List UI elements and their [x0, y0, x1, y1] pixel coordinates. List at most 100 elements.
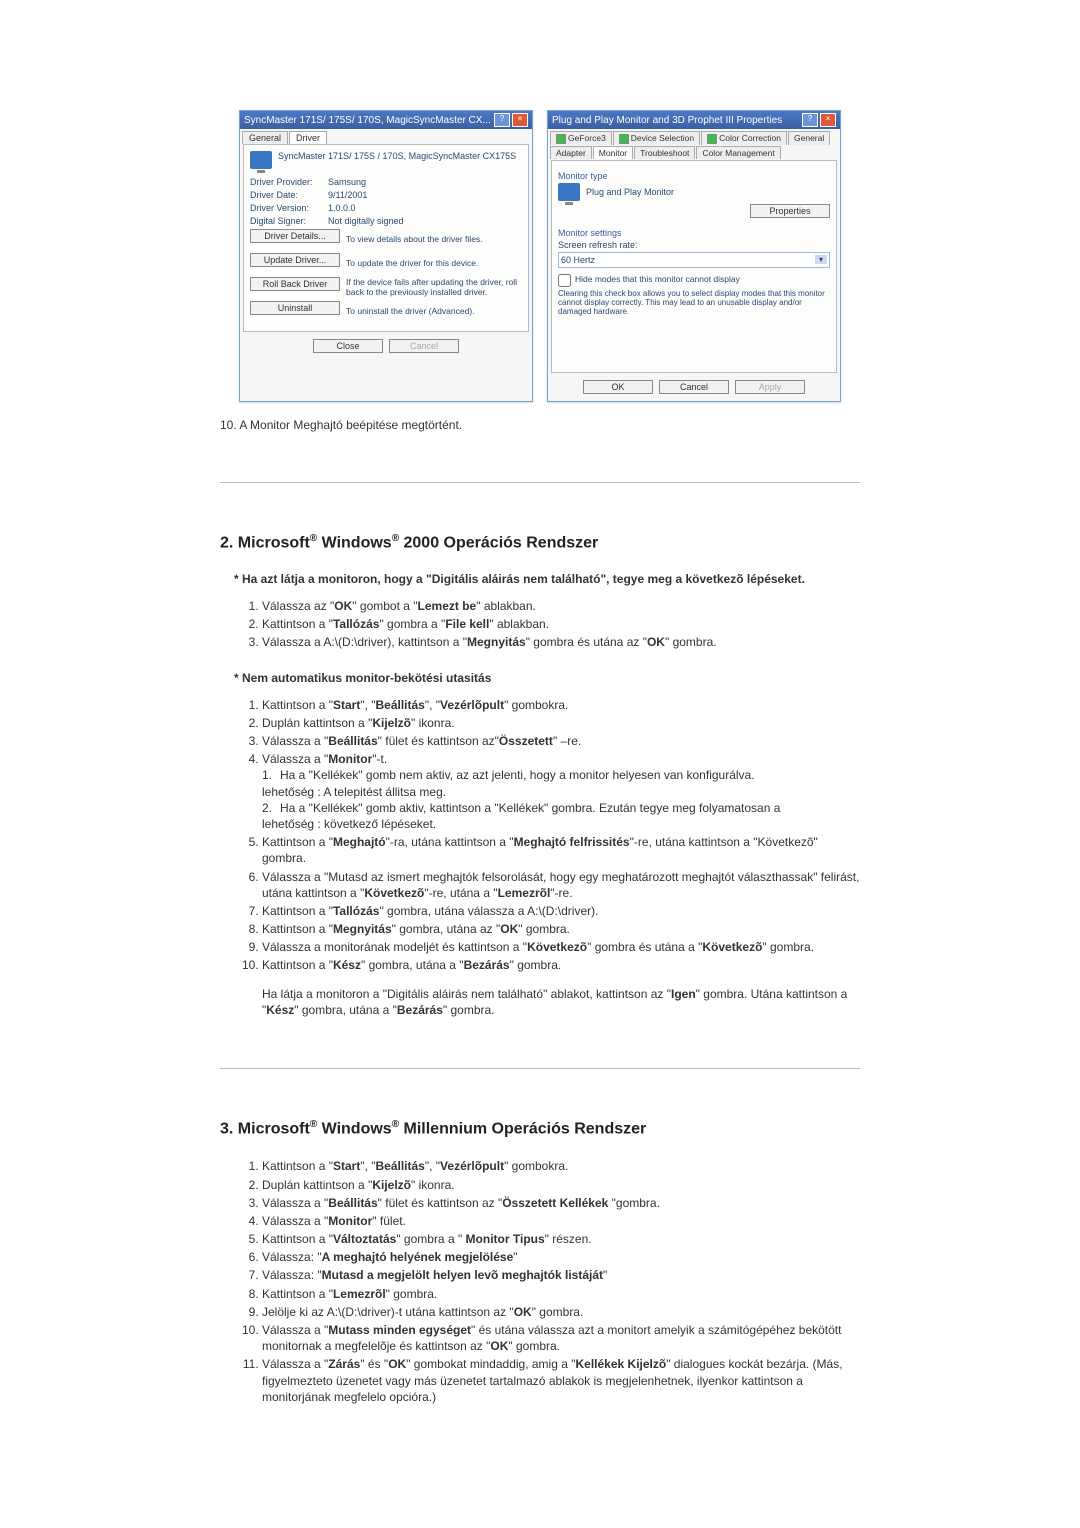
list-item: Kattintson a "Start", "Beállitás", "Vezé…: [262, 697, 860, 713]
hide-modes-checkbox[interactable]: [558, 274, 571, 287]
list-item: Válassza: "Mutasd a megjelölt helyen lev…: [262, 1267, 860, 1283]
tab-geforce[interactable]: GeForce3: [550, 131, 612, 145]
list-item: Kattintson a "Kész" gombra, utána a "Bez…: [262, 957, 860, 973]
title-buttons-2: ? ×: [802, 113, 836, 127]
update-desc: To update the driver for this device.: [346, 258, 522, 268]
list-item: Válassza a "Mutass minden egységet" és u…: [262, 1322, 860, 1354]
chevron-down-icon[interactable]: ▾: [815, 255, 827, 264]
nvidia-icon: [556, 134, 566, 144]
device-name: SyncMaster 171S/ 175S / 170S, MagicSyncM…: [278, 151, 516, 161]
refresh-label: Screen refresh rate:: [558, 240, 830, 250]
list-item: Jelölje ki az A:\(D:\driver)-t utána kat…: [262, 1304, 860, 1320]
cancel-button: Cancel: [389, 339, 459, 353]
list-item: Kattintson a "Tallózás" gombra a "File k…: [262, 616, 860, 632]
details-desc: To view details about the driver files.: [346, 234, 522, 244]
section-2-list-2: Kattintson a "Start", "Beállitás", "Vezé…: [240, 697, 860, 974]
uninstall-desc: To uninstall the driver (Advanced).: [346, 306, 522, 316]
list-item: Válassza: "A meghajtó helyének megjelölé…: [262, 1249, 860, 1265]
list-item: Kattintson a "Változtatás" gombra a " Mo…: [262, 1231, 860, 1247]
help-icon[interactable]: ?: [494, 113, 510, 127]
tab-general[interactable]: General: [788, 131, 830, 145]
list-item: Válassza a "Zárás" és "OK" gombokat mind…: [262, 1356, 860, 1405]
tab-monitor[interactable]: Monitor: [593, 146, 633, 159]
tab-driver[interactable]: Driver: [289, 131, 327, 144]
section-2-list-1: Válassza az "OK" gombot a "Lemezt be" ab…: [240, 598, 860, 651]
list-item: Válassza a "Monitor" fület.: [262, 1213, 860, 1229]
tabs-right: GeForce3 Device Selection Color Correcti…: [548, 131, 840, 160]
titlebar: SyncMaster 171S/ 175S/ 170S, MagicSyncMa…: [240, 111, 532, 129]
version-label: Driver Version:: [250, 203, 328, 213]
section-2-note-1: * Ha azt látja a monitoron, hogy a "Digi…: [234, 572, 860, 586]
dialog-footer: Close Cancel: [243, 335, 529, 357]
separator: [220, 482, 860, 483]
section-2-note-2: * Nem automatikus monitor-bekötési utasi…: [234, 671, 860, 685]
monitor-properties-dialog: Plug and Play Monitor and 3D Prophet III…: [547, 110, 841, 402]
tab-general[interactable]: General: [242, 131, 288, 144]
monitor-icon: [250, 151, 272, 169]
signer-value: Not digitally signed: [328, 216, 404, 226]
list-item: Válassza a "Beállitás" fület és kattints…: [262, 733, 860, 749]
version-value: 1.0.0.0: [328, 203, 356, 213]
driver-properties-dialog: SyncMaster 171S/ 175S/ 170S, MagicSyncMa…: [239, 110, 533, 402]
provider-label: Driver Provider:: [250, 177, 328, 187]
refresh-rate-select[interactable]: 60 Hertz ▾: [558, 252, 830, 268]
list-item: Válassza a "Monitor"-t.1.Ha a "Kellékek"…: [262, 751, 860, 832]
hide-modes-hint: Clearing this check box allows you to se…: [558, 289, 830, 316]
close-icon[interactable]: ×: [820, 113, 836, 127]
list-item: Duplán kattintson a "Kijelzõ" ikonra.: [262, 715, 860, 731]
uninstall-button[interactable]: Uninstall: [250, 301, 340, 315]
title-buttons: ? ×: [494, 113, 528, 127]
refresh-value: 60 Hertz: [561, 255, 595, 265]
signer-label: Digital Signer:: [250, 216, 328, 226]
monitor-settings-label: Monitor settings: [558, 228, 830, 238]
update-driver-button[interactable]: Update Driver...: [250, 253, 340, 267]
screenshot-row: SyncMaster 171S/ 175S/ 170S, MagicSyncMa…: [0, 0, 1080, 402]
close-button[interactable]: Close: [313, 339, 383, 353]
date-label: Driver Date:: [250, 190, 328, 200]
section-3-list: Kattintson a "Start", "Beállitás", "Vezé…: [240, 1158, 860, 1405]
nvidia-icon: [707, 134, 717, 144]
list-item: Válassza az "OK" gombot a "Lemezt be" ab…: [262, 598, 860, 614]
tab-troubleshoot[interactable]: Troubleshoot: [634, 146, 695, 159]
tab-color-correction[interactable]: Color Correction: [701, 131, 787, 145]
dialog-title: SyncMaster 171S/ 175S/ 170S, MagicSyncMa…: [244, 115, 491, 126]
driver-details-button[interactable]: Driver Details...: [250, 229, 340, 243]
monitor-pane: Monitor type Plug and Play Monitor Prope…: [551, 160, 837, 373]
list-item: Válassza a monitorának modeljét és katti…: [262, 939, 860, 955]
hide-modes-label: Hide modes that this monitor cannot disp…: [575, 274, 740, 284]
list-item: Kattintson a "Megnyitás" gombra, utána a…: [262, 921, 860, 937]
separator: [220, 1068, 860, 1069]
list-item: Válassza a "Beállitás" fület és kattints…: [262, 1195, 860, 1211]
list-item: Válassza a "Mutasd az ismert meghajtók f…: [262, 869, 860, 901]
list-item: Duplán kattintson a "Kijelzõ" ikonra.: [262, 1177, 860, 1193]
cancel-button[interactable]: Cancel: [659, 380, 729, 394]
close-icon[interactable]: ×: [512, 113, 528, 127]
section-2-title: 2. Microsoft® Windows® 2000 Operációs Re…: [220, 533, 860, 552]
properties-button[interactable]: Properties: [750, 204, 830, 218]
tab-adapter[interactable]: Adapter: [550, 146, 592, 159]
monitor-icon: [558, 183, 580, 201]
dialog-footer-2: OK Cancel Apply: [551, 376, 837, 398]
apply-button: Apply: [735, 380, 805, 394]
nvidia-icon: [619, 134, 629, 144]
ok-button[interactable]: OK: [583, 380, 653, 394]
list-item: Kattintson a "Tallózás" gombra, utána vá…: [262, 903, 860, 919]
monitor-type-label: Monitor type: [558, 171, 830, 181]
page: SyncMaster 171S/ 175S/ 170S, MagicSyncMa…: [0, 0, 1080, 1467]
list-item: Kattintson a "Start", "Beállitás", "Vezé…: [262, 1158, 860, 1174]
help-icon[interactable]: ?: [802, 113, 818, 127]
step-10: 10. A Monitor Meghajtó beépitése megtört…: [220, 418, 860, 432]
tab-device-selection[interactable]: Device Selection: [613, 131, 700, 145]
list-item: Kattintson a "Meghajtó"-ra, utána kattin…: [262, 834, 860, 866]
tabs: General Driver: [240, 131, 532, 144]
provider-value: Samsung: [328, 177, 366, 187]
list-item: Kattintson a "Lemezrõl" gombra.: [262, 1286, 860, 1302]
tab-color-management[interactable]: Color Management: [696, 146, 780, 159]
list-item: Válassza a A:\(D:\driver), kattintson a …: [262, 634, 860, 650]
monitor-name: Plug and Play Monitor: [586, 187, 674, 197]
section-2-post: Ha látja a monitoron a "Digitális aláirá…: [262, 986, 860, 1018]
driver-pane: SyncMaster 171S/ 175S / 170S, MagicSyncM…: [243, 144, 529, 332]
section-3-title: 3. Microsoft® Windows® Millennium Operác…: [220, 1119, 860, 1138]
titlebar-2: Plug and Play Monitor and 3D Prophet III…: [548, 111, 840, 129]
rollback-driver-button[interactable]: Roll Back Driver: [250, 277, 340, 291]
